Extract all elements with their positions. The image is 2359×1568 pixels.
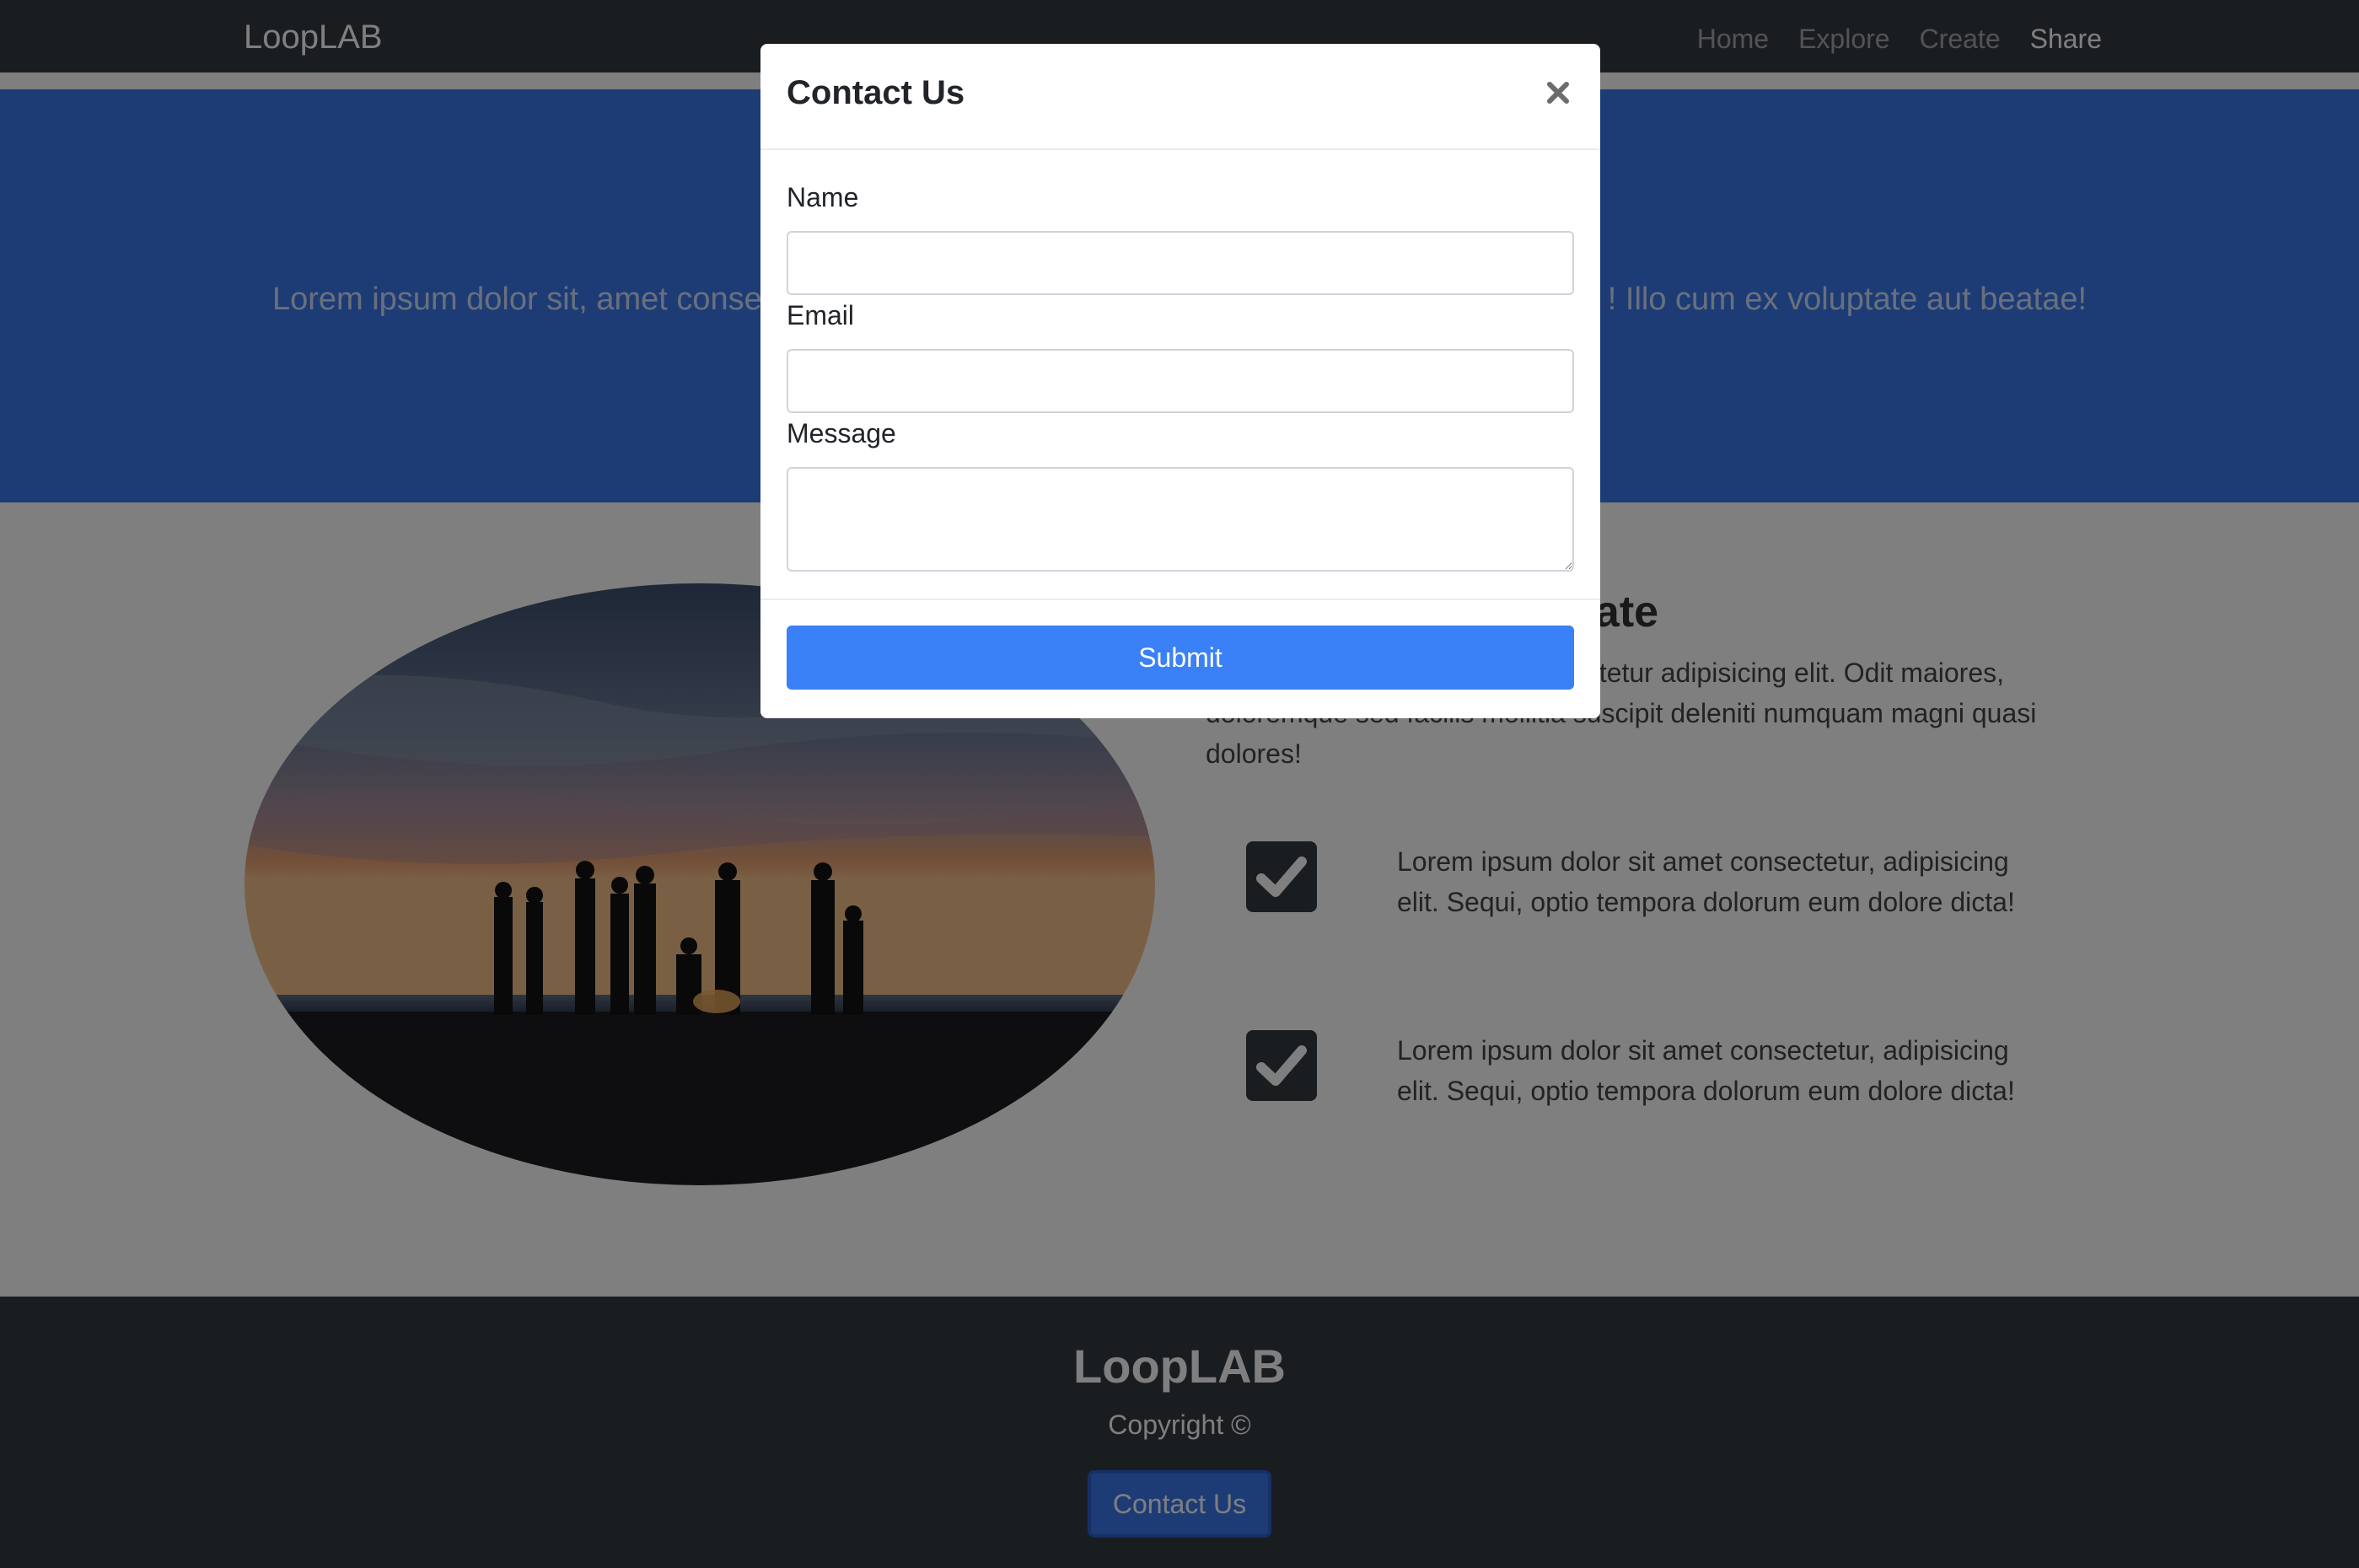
modal-header: Contact Us <box>760 44 1600 150</box>
close-button[interactable] <box>1541 76 1575 110</box>
message-label: Message <box>787 418 896 448</box>
name-field[interactable] <box>787 231 1574 295</box>
submit-button[interactable]: Submit <box>787 626 1574 690</box>
modal-footer: Submit <box>760 599 1600 718</box>
close-icon <box>1547 82 1569 104</box>
modal-title: Contact Us <box>787 74 965 111</box>
email-field[interactable] <box>787 349 1574 413</box>
name-label: Name <box>787 182 859 212</box>
page: LoopLAB Home Explore Create Share Lorem … <box>0 0 2359 1568</box>
message-field[interactable] <box>787 467 1574 572</box>
contact-modal: Contact Us Name Email Message Submit <box>760 44 1600 718</box>
email-label: Email <box>787 300 855 330</box>
